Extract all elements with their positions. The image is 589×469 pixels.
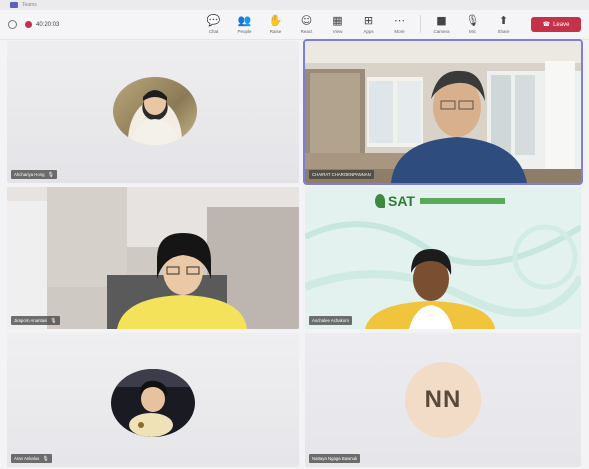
video-feed-background bbox=[7, 187, 299, 329]
toolbar-actions: 💬 Chat 👥 People ✋ Raise ☺ React ▦ View ⊞… bbox=[198, 14, 519, 35]
participant-tile[interactable]: Ahchariya Hong 🎙 bbox=[7, 41, 299, 183]
react-button[interactable]: ☺ React bbox=[291, 14, 322, 35]
participant-tile[interactable]: SAT Anchalee Achakorn bbox=[305, 187, 581, 329]
view-label: View bbox=[332, 29, 343, 34]
video-feed-background bbox=[305, 41, 581, 183]
participant-name-tag: Aran Ankalus 🎙 bbox=[11, 454, 52, 463]
react-label: React bbox=[300, 29, 313, 34]
mic-muted-icon: 🎙 bbox=[47, 171, 54, 178]
participant-initials-avatar: NN bbox=[405, 362, 481, 438]
more-icon: ⋯ bbox=[394, 14, 405, 27]
participant-tile-active-speaker[interactable]: CHAIRAT CHAROENPANNAN bbox=[303, 39, 583, 185]
more-button[interactable]: ⋯ More bbox=[384, 14, 415, 35]
sat-logo-bar bbox=[419, 198, 505, 204]
raise-hand-button[interactable]: ✋ Raise bbox=[260, 14, 291, 35]
chat-button[interactable]: 💬 Chat bbox=[198, 14, 229, 35]
camera-icon: ■ bbox=[436, 14, 447, 27]
sat-logo: SAT bbox=[375, 191, 505, 211]
participant-tile[interactable]: Jiraporn Anantasi 🎙 bbox=[7, 187, 299, 329]
people-icon: 👥 bbox=[237, 14, 252, 27]
participant-tile[interactable]: Aran Ankalus 🎙 bbox=[7, 333, 299, 467]
share-label: Share bbox=[497, 29, 510, 34]
participant-name: Nattaya Ngaga Bawnuk bbox=[312, 456, 358, 461]
view-button[interactable]: ▦ View bbox=[322, 14, 353, 35]
mic-button[interactable]: 🎙 Mic bbox=[457, 14, 488, 35]
leave-button[interactable]: ☎ Leave bbox=[531, 17, 581, 32]
raise-hand-icon: ✋ bbox=[268, 14, 283, 27]
mic-muted-icon: 🎙 bbox=[50, 317, 57, 324]
participant-name-tag: Anchalee Achakorn bbox=[309, 316, 353, 325]
mic-muted-icon: 🎙 bbox=[42, 455, 49, 462]
video-grid: Ahchariya Hong 🎙 CHAIRAT CHAROENPANNAN J… bbox=[7, 39, 583, 469]
raise-label: Raise bbox=[269, 29, 282, 34]
sat-leaf-icon bbox=[375, 194, 385, 208]
recording-indicator-icon bbox=[25, 21, 32, 28]
more-label: More bbox=[394, 29, 405, 34]
camera-label: Camera bbox=[433, 29, 450, 34]
title-bar: Teams bbox=[0, 0, 589, 10]
teams-app-icon bbox=[10, 2, 18, 8]
apps-label: Apps bbox=[363, 29, 374, 34]
phone-hangup-icon: ☎ bbox=[542, 22, 551, 28]
participant-name: Jiraporn Anantasi bbox=[14, 318, 48, 323]
toolbar-divider bbox=[420, 15, 421, 33]
chat-icon: 💬 bbox=[206, 14, 221, 27]
participant-name-tag: Ahchariya Hong 🎙 bbox=[11, 170, 57, 179]
view-icon: ▦ bbox=[332, 14, 343, 27]
participant-name: Ahchariya Hong bbox=[14, 172, 45, 177]
meeting-timer: 40:20:03 bbox=[36, 21, 60, 28]
leave-label: Leave bbox=[553, 21, 570, 28]
apps-icon: ⊞ bbox=[363, 14, 374, 27]
participant-avatar bbox=[113, 77, 197, 145]
camera-button[interactable]: ■ Camera bbox=[426, 14, 457, 35]
participant-name: CHAIRAT CHAROENPANNAN bbox=[312, 172, 371, 177]
participant-name-tag: Jiraporn Anantasi 🎙 bbox=[11, 316, 60, 325]
mic-icon: 🎙 bbox=[465, 14, 480, 27]
window-title: Teams bbox=[22, 2, 37, 8]
avatar-portrait-graphic bbox=[131, 90, 179, 145]
react-icon: ☺ bbox=[300, 14, 313, 27]
meeting-info-icon[interactable] bbox=[8, 20, 17, 29]
participant-avatar bbox=[111, 369, 195, 437]
apps-button[interactable]: ⊞ Apps bbox=[353, 14, 384, 35]
meeting-toolbar: 40:20:03 💬 Chat 👥 People ✋ Raise ☺ React… bbox=[0, 10, 589, 40]
participant-name-tag: Nattaya Ngaga Bawnuk bbox=[309, 454, 361, 463]
participant-name: Aran Ankalus bbox=[14, 456, 40, 461]
avatar-portrait-graphic bbox=[111, 369, 195, 437]
share-icon: ⬆ bbox=[498, 14, 509, 27]
sat-logo-text: SAT bbox=[388, 193, 415, 209]
people-button[interactable]: 👥 People bbox=[229, 14, 260, 35]
mic-label: Mic bbox=[469, 29, 476, 34]
participant-name: Anchalee Achakorn bbox=[312, 318, 350, 323]
participant-tile[interactable]: NN Nattaya Ngaga Bawnuk bbox=[305, 333, 581, 467]
people-label: People bbox=[237, 29, 252, 34]
participant-name-tag: CHAIRAT CHAROENPANNAN bbox=[309, 170, 374, 179]
chat-label: Chat bbox=[208, 29, 219, 34]
share-button[interactable]: ⬆ Share bbox=[488, 14, 519, 35]
